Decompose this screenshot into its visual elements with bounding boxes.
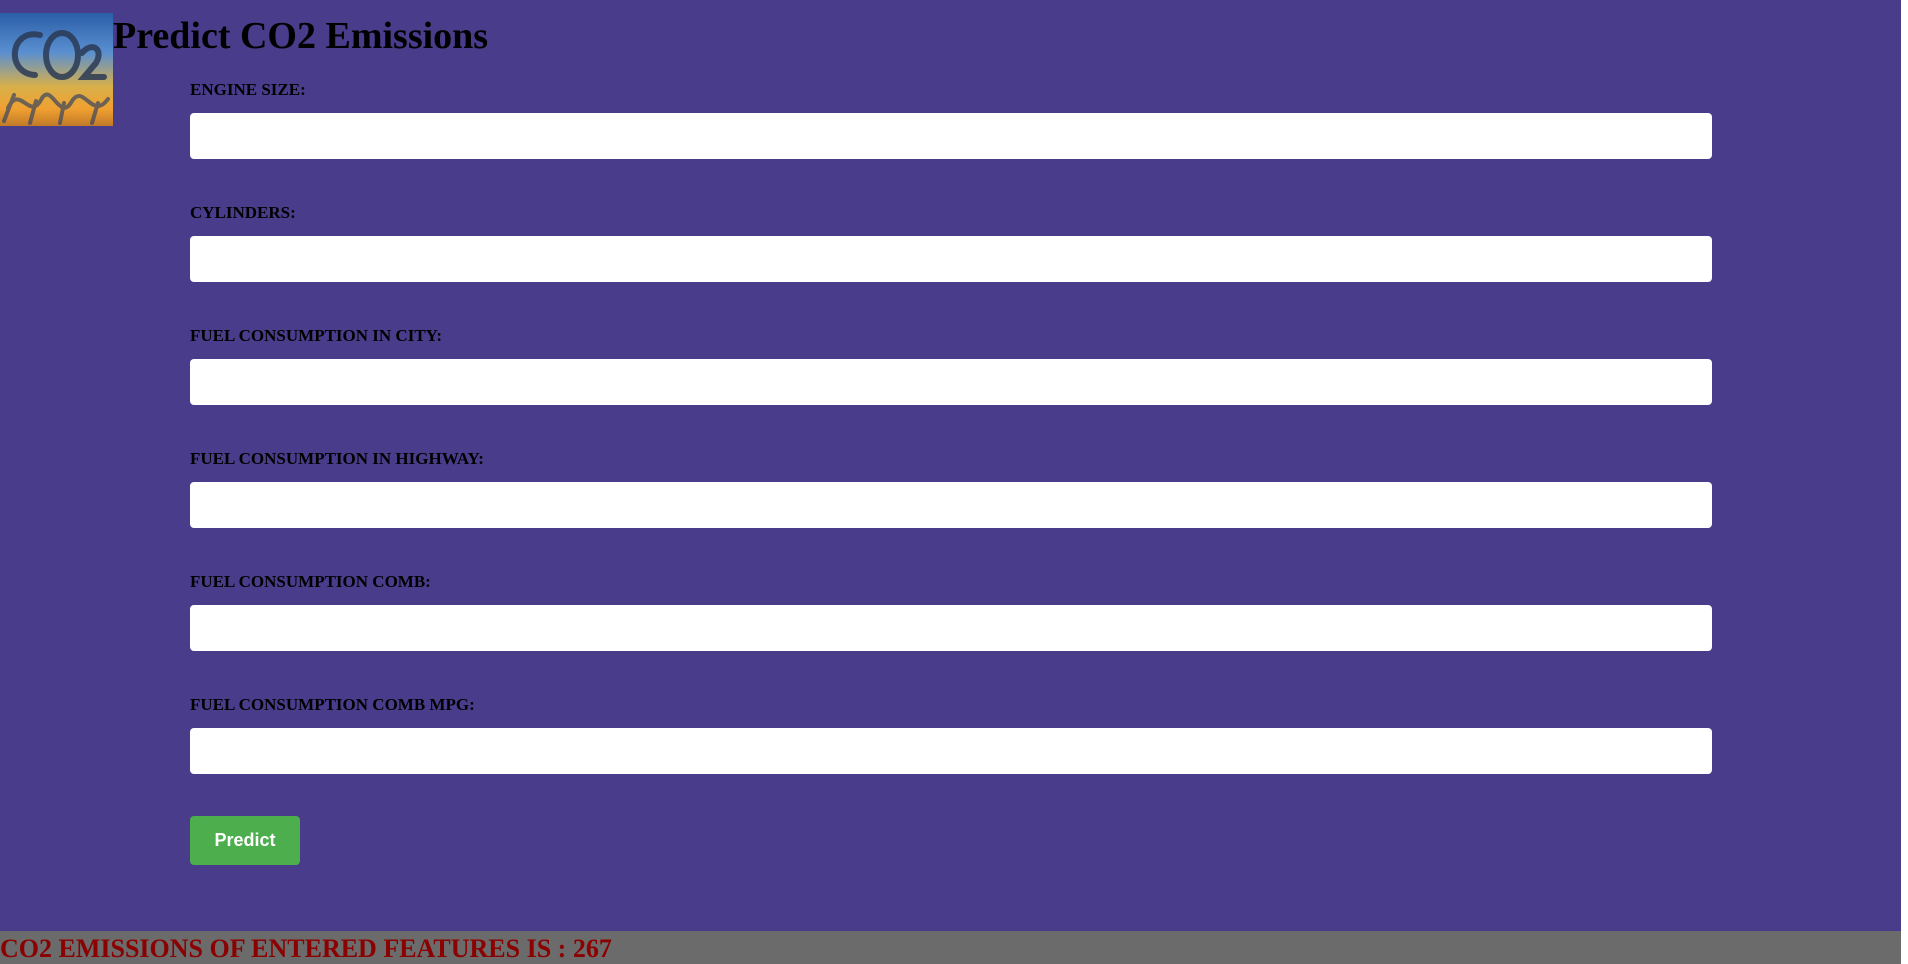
fuel-highway-label: FUEL CONSUMPTION IN HIGHWAY: xyxy=(190,449,484,468)
window-edge xyxy=(1901,0,1908,964)
fuel-comb-input[interactable] xyxy=(190,605,1712,651)
fuel-city-field: FUEL CONSUMPTION IN CITY: xyxy=(190,326,1712,449)
co2-logo-icon xyxy=(0,13,113,126)
cylinders-input[interactable] xyxy=(190,236,1712,282)
cylinders-label: CYLINDERS: xyxy=(190,203,296,222)
fuel-city-input[interactable] xyxy=(190,359,1712,405)
fuel-comb-mpg-input[interactable] xyxy=(190,728,1712,774)
engine-size-field: ENGINE SIZE: xyxy=(190,80,1712,203)
prediction-form: ENGINE SIZE: CYLINDERS: FUEL CONSUMPTION… xyxy=(190,80,1712,818)
result-text: CO2 EMISSIONS OF ENTERED FEATURES IS : 2… xyxy=(0,934,612,963)
fuel-comb-mpg-label: FUEL CONSUMPTION COMB MPG: xyxy=(190,695,475,714)
fuel-city-label: FUEL CONSUMPTION IN CITY: xyxy=(190,326,443,345)
fuel-comb-field: FUEL CONSUMPTION COMB: xyxy=(190,572,1712,695)
predict-button[interactable]: Predict xyxy=(190,816,300,865)
cylinders-field: CYLINDERS: xyxy=(190,203,1712,326)
fuel-comb-label: FUEL CONSUMPTION COMB: xyxy=(190,572,431,591)
engine-size-input[interactable] xyxy=(190,113,1712,159)
fuel-comb-mpg-field: FUEL CONSUMPTION COMB MPG: xyxy=(190,695,1712,818)
page-title: Predict CO2 Emissions xyxy=(113,15,489,57)
engine-size-label: ENGINE SIZE: xyxy=(190,80,306,99)
fuel-highway-input[interactable] xyxy=(190,482,1712,528)
result-bar: CO2 EMISSIONS OF ENTERED FEATURES IS : 2… xyxy=(0,931,1901,964)
fuel-highway-field: FUEL CONSUMPTION IN HIGHWAY: xyxy=(190,449,1712,572)
